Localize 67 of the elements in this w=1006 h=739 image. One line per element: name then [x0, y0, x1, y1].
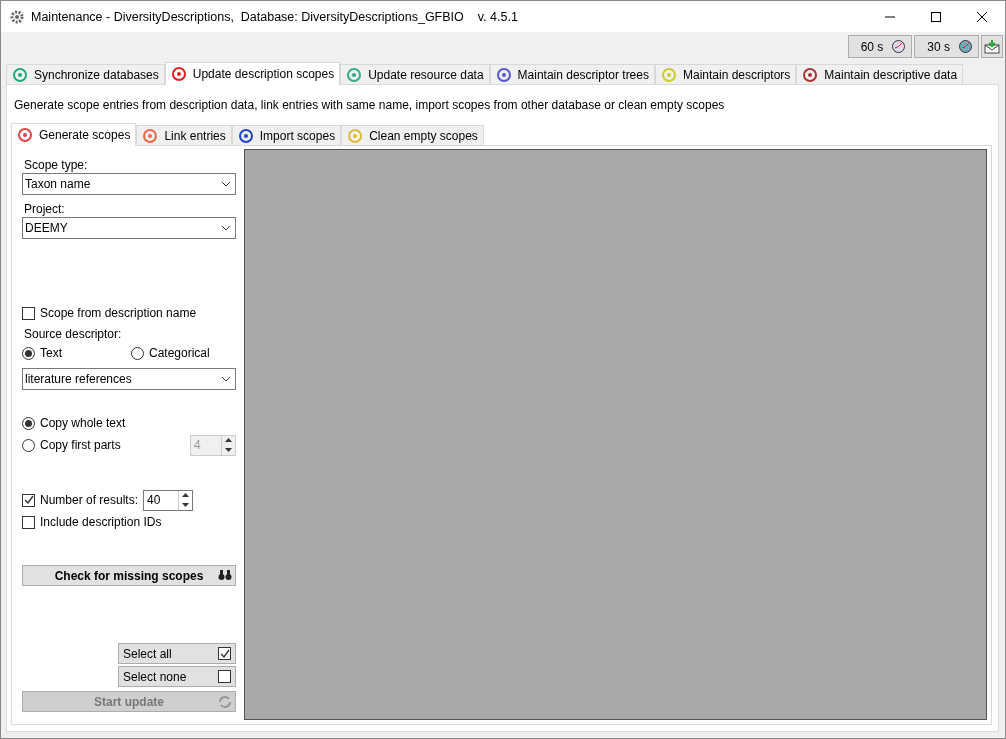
- radio-label: Text: [40, 346, 63, 360]
- main-tab[interactable]: Maintain descriptive data: [796, 64, 964, 84]
- check-missing-scopes-button[interactable]: Check for missing scopes: [22, 565, 236, 586]
- radio-button[interactable]: [22, 416, 35, 430]
- checkbox-label: Scope from description name: [40, 306, 197, 320]
- checkbox-label: Include description IDs: [40, 515, 162, 529]
- sub-tab[interactable]: Generate scopes: [11, 123, 137, 146]
- dropdown-caret-icon: [221, 376, 231, 382]
- maximize-icon: [931, 11, 941, 22]
- timer-button[interactable]: 60 s: [847, 35, 913, 58]
- clock-icon: [958, 39, 973, 54]
- radio-button[interactable]: [22, 438, 35, 452]
- refresh-icon: [218, 695, 232, 709]
- clock-icon: [891, 39, 907, 54]
- dropdown-caret-icon: [221, 225, 231, 231]
- tab-icon: [660, 66, 677, 83]
- radio-button[interactable]: [131, 346, 144, 360]
- radio-label: Copy whole text: [40, 416, 126, 430]
- mail-download-button[interactable]: [981, 35, 1003, 58]
- dropdown-caret-icon: [221, 181, 231, 187]
- field-label: Project:: [24, 202, 66, 216]
- radio-label: Copy first parts: [40, 438, 121, 452]
- field-label: Scope type:: [24, 158, 89, 172]
- field-label: Source descriptor:: [24, 327, 123, 341]
- checkbox[interactable]: [22, 515, 35, 529]
- main-tab[interactable]: Update resource data: [340, 64, 490, 84]
- tab-icon: [12, 66, 28, 83]
- tab-icon: [142, 127, 159, 144]
- tab-icon: [346, 66, 363, 83]
- checkbox[interactable]: [22, 306, 35, 320]
- tab-icon: [237, 127, 254, 144]
- tab-icon: [170, 66, 187, 82]
- gear-icon: [9, 8, 25, 25]
- version-label: v. 4.5.1: [477, 9, 518, 24]
- close-icon: [977, 11, 987, 22]
- tab-icon: [17, 127, 33, 143]
- main-tab[interactable]: Synchronize databases: [6, 64, 165, 84]
- down-arrow-icon[interactable]: [182, 502, 190, 507]
- scope-type-dropdown[interactable]: Taxon name: [22, 173, 236, 195]
- main-tab[interactable]: Maintain descriptor trees: [489, 64, 655, 84]
- tab-icon: [495, 66, 512, 83]
- binoculars-icon: [218, 569, 232, 581]
- project-dropdown[interactable]: DEEMY: [22, 217, 236, 239]
- checkbox-label: Number of results:: [40, 493, 139, 507]
- checkbox-icon[interactable]: [218, 670, 231, 683]
- mail-icon: [984, 39, 1000, 54]
- tab-icon: [347, 127, 364, 144]
- window-title: Maintenance - DiversityDescriptions, Database: DiversityDescriptions_GFBIO: [31, 9, 464, 24]
- up-arrow-icon[interactable]: [182, 493, 190, 498]
- results-spinner[interactable]: 40: [143, 489, 194, 511]
- source-descriptor-dropdown[interactable]: literature references: [22, 368, 236, 390]
- main-tab[interactable]: Update description scopes: [164, 62, 341, 85]
- sub-tab[interactable]: Link entries: [136, 125, 232, 145]
- checkbox-icon[interactable]: [218, 647, 231, 660]
- select-none-button[interactable]: Select none: [118, 666, 236, 687]
- radio-label: Categorical: [149, 346, 210, 360]
- description-text: Generate scope entries from description data, link entries with same name, import scopes from other database or clean empty scopes: [13, 97, 726, 114]
- timer-label: 60 s: [860, 39, 884, 54]
- main-tab[interactable]: Maintain descriptors: [654, 64, 797, 84]
- checkbox[interactable]: [22, 493, 35, 507]
- sub-tab[interactable]: Clean empty scopes: [341, 125, 484, 145]
- timer-button[interactable]: 30 s: [914, 35, 979, 58]
- select-all-button[interactable]: Select all: [118, 643, 236, 664]
- radio-button[interactable]: [22, 346, 35, 360]
- sub-tab[interactable]: Import scopes: [231, 125, 342, 145]
- timer-label: 30 s: [927, 39, 950, 54]
- tab-icon: [802, 66, 819, 83]
